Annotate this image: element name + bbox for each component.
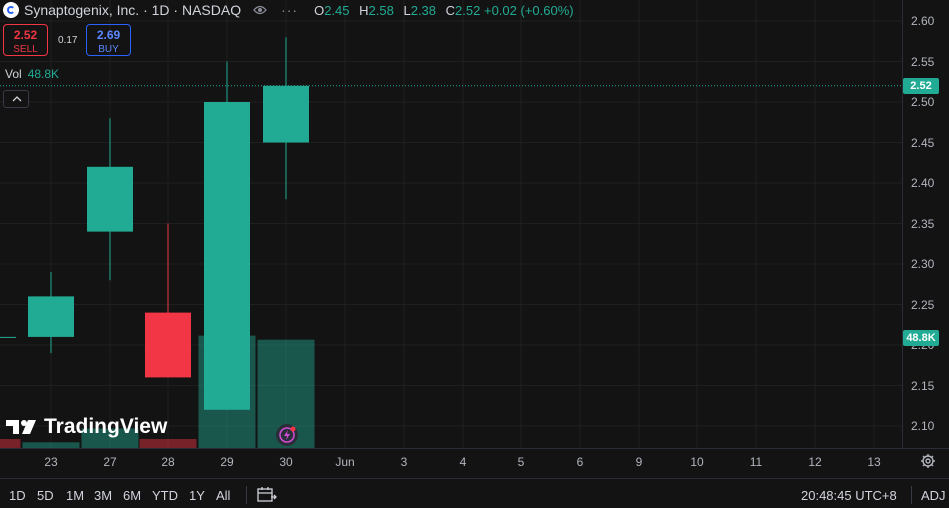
volume-value: 48.8K [27, 67, 60, 81]
collapse-legend-button[interactable] [3, 90, 29, 108]
candle-body [28, 296, 74, 337]
price-tick-label: 2.55 [911, 54, 935, 69]
close-value: 2.52 [455, 2, 481, 18]
symbol-header: Synaptogenix, Inc. · 1D · NASDAQ ··· O2.… [0, 0, 574, 20]
price-tick-label: 2.50 [911, 95, 935, 109]
time-tick-label: Jun [335, 455, 355, 469]
volume-bar [0, 439, 21, 448]
sell-label: SELL [13, 44, 38, 55]
more-icon[interactable]: ··· [281, 2, 298, 18]
volume-legend: Vol 48.8K [5, 67, 59, 81]
range-button-ytd[interactable]: YTD [152, 488, 178, 503]
price-tick-label: 2.30 [911, 257, 935, 271]
tradingview-watermark[interactable]: TradingView [6, 415, 167, 439]
adj-toggle[interactable]: ADJ [921, 488, 946, 503]
time-tick-label: 28 [161, 455, 175, 469]
time-tick-label: 10 [690, 455, 704, 469]
eye-icon[interactable] [253, 3, 267, 18]
calendar-range-icon[interactable] [257, 486, 277, 505]
time-tick-label: 29 [220, 455, 234, 469]
buy-label: BUY [98, 44, 119, 55]
time-tick-label: 5 [517, 455, 525, 469]
price-tick-label: 2.25 [911, 297, 935, 312]
tradingview-logo [6, 420, 36, 434]
price-tick-label: 2.35 [911, 216, 935, 231]
candle-body [0, 336, 16, 338]
time-tick-label: 30 [279, 455, 293, 469]
change-value: +0.02 (+0.60%) [483, 2, 574, 18]
ohlc-legend: O2.45 H2.58 L2.38 C2.52 +0.02 (+0.60%) [314, 3, 574, 18]
time-tick-label: 6 [576, 455, 584, 469]
price-tick-label: 2.15 [911, 378, 935, 393]
volume-bar [22, 442, 80, 448]
price-tick-label: 2.10 [911, 419, 935, 433]
high-label: H [359, 2, 369, 18]
last-price-label: 2.52 [903, 77, 939, 94]
sell-button[interactable]: 2.52 SELL [3, 24, 48, 56]
clock-timezone[interactable]: 20:48:45 UTC+8 [801, 488, 897, 503]
time-tick-label: 11 [749, 455, 763, 469]
range-button-1y[interactable]: 1Y [189, 488, 205, 503]
candle-body [145, 312, 191, 378]
range-button-1m[interactable]: 1M [66, 488, 84, 503]
range-button-6m[interactable]: 6M [123, 488, 141, 503]
close-label: C [445, 2, 456, 18]
time-tick-label: 27 [103, 455, 117, 469]
buy-button[interactable]: 2.69 BUY [86, 24, 131, 56]
sell-price: 2.52 [13, 28, 38, 42]
toolbar-divider-right [911, 486, 912, 504]
bottom-toolbar: 1D 5D 1M 3M 6M YTD 1Y All 20:48:45 UTC+8 ADJ [0, 478, 949, 508]
candle-body [263, 85, 309, 143]
settings-gear-icon[interactable] [920, 453, 936, 472]
range-button-1d[interactable]: 1D [9, 488, 26, 503]
flash-button[interactable] [276, 424, 298, 446]
volume-bar [139, 439, 197, 448]
low-label: L [403, 2, 411, 18]
spread-value: 0.17 [58, 35, 78, 46]
symbol-title[interactable]: Synaptogenix, Inc. · 1D · NASDAQ [24, 2, 241, 18]
time-tick-label: 12 [808, 455, 822, 469]
time-tick-label: 13 [867, 455, 881, 469]
open-value: 2.45 [324, 2, 350, 18]
volume-axis-label: 48.8K [903, 330, 939, 346]
buy-price: 2.69 [96, 28, 121, 42]
volume-label: Vol [5, 67, 22, 81]
candle-body [87, 166, 133, 232]
time-tick-label: 3 [400, 455, 408, 469]
time-tick-label: 4 [459, 455, 467, 469]
toolbar-divider [246, 486, 247, 504]
range-button-all[interactable]: All [216, 488, 230, 503]
range-button-3m[interactable]: 3M [94, 488, 112, 503]
flash-icon [279, 426, 296, 443]
collapse-icon [12, 96, 22, 102]
price-tick-label: 2.40 [911, 176, 935, 190]
candle-body [204, 102, 250, 410]
price-tick-label: 2.45 [911, 135, 935, 150]
symbol-logo [3, 2, 19, 18]
time-tick-label: 23 [44, 455, 58, 469]
price-tick-label: 2.60 [911, 14, 935, 28]
tradingview-wordmark: TradingView [44, 415, 168, 438]
low-value: 2.38 [410, 2, 437, 18]
open-label: O [314, 2, 325, 18]
range-button-5d[interactable]: 5D [37, 488, 54, 503]
time-tick-label: 9 [635, 455, 643, 469]
high-value: 2.58 [368, 2, 394, 18]
